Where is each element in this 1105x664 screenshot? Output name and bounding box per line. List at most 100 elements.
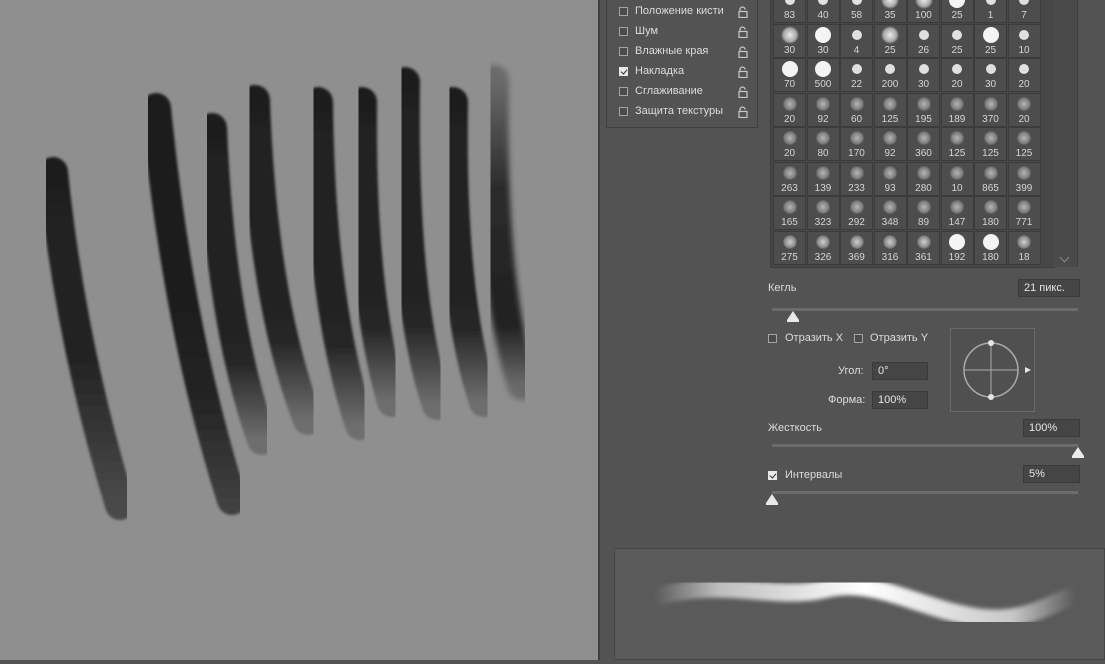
brush-preset[interactable]: 200 bbox=[873, 58, 907, 92]
brush-preset[interactable]: 323 bbox=[806, 196, 840, 230]
brush-preset[interactable]: 275 bbox=[773, 230, 806, 265]
brush-option-item[interactable]: Шум bbox=[607, 22, 757, 42]
brush-preset[interactable]: 25 bbox=[940, 23, 974, 58]
brush-preset[interactable]: 10 bbox=[1007, 23, 1041, 58]
canvas[interactable] bbox=[0, 0, 598, 660]
brush-preset[interactable]: 83 bbox=[773, 0, 806, 23]
brush-preset[interactable]: 263 bbox=[773, 161, 806, 196]
brush-option-item[interactable]: Влажные края bbox=[607, 42, 757, 62]
brush-preset[interactable]: 92 bbox=[806, 92, 840, 127]
brush-preset[interactable]: 369 bbox=[840, 230, 873, 265]
spacing-slider-track[interactable] bbox=[772, 491, 1078, 494]
brush-preset[interactable]: 125 bbox=[873, 92, 907, 127]
brush-preset[interactable]: 399 bbox=[1007, 161, 1041, 196]
spacing-slider-thumb[interactable] bbox=[766, 494, 778, 505]
brush-preset[interactable]: 139 bbox=[806, 161, 840, 196]
brush-preset[interactable]: 1 bbox=[974, 0, 1007, 23]
brush-preset[interactable]: 20 bbox=[940, 58, 974, 92]
brush-preset-grid[interactable]: 83 40 58 35 100 25 1 7 30 30 4 25 26 25 25 10 70 500 22 200… bbox=[770, 0, 1055, 268]
size-slider-track[interactable] bbox=[772, 308, 1078, 311]
flip-y-checkbox[interactable] bbox=[854, 334, 863, 343]
brush-preset[interactable]: 771 bbox=[1007, 196, 1041, 230]
hardness-slider-thumb[interactable] bbox=[1072, 447, 1084, 458]
brush-preset[interactable]: 30 bbox=[974, 58, 1007, 92]
brush-preset[interactable]: 25 bbox=[974, 23, 1007, 58]
brush-preset[interactable]: 500 bbox=[806, 58, 840, 92]
preset-scrollbar[interactable] bbox=[1053, 0, 1078, 267]
brush-preset[interactable]: 22 bbox=[840, 58, 873, 92]
brush-preset[interactable]: 280 bbox=[907, 161, 940, 196]
brush-preset[interactable]: 100 bbox=[907, 0, 940, 23]
brush-preset[interactable]: 25 bbox=[940, 0, 974, 23]
unlock-icon[interactable] bbox=[738, 26, 748, 38]
brush-preset[interactable]: 180 bbox=[974, 196, 1007, 230]
brush-preset[interactable]: 165 bbox=[773, 196, 806, 230]
brush-preset[interactable]: 180 bbox=[974, 230, 1007, 265]
brush-preset[interactable]: 7 bbox=[1007, 0, 1041, 23]
brush-preset[interactable]: 326 bbox=[806, 230, 840, 265]
unlock-icon[interactable] bbox=[738, 6, 748, 18]
size-field[interactable]: 21 пикс. bbox=[1018, 279, 1080, 297]
brush-preset[interactable]: 4 bbox=[840, 23, 873, 58]
brush-option-item[interactable]: Защита текстуры bbox=[607, 102, 757, 122]
unlock-icon[interactable] bbox=[738, 66, 748, 78]
flip-x-checkbox[interactable] bbox=[768, 334, 777, 343]
brush-preset[interactable]: 20 bbox=[1007, 58, 1041, 92]
brush-preset[interactable]: 170 bbox=[840, 127, 873, 161]
brush-preset[interactable]: 25 bbox=[873, 23, 907, 58]
brush-preset[interactable]: 35 bbox=[873, 0, 907, 23]
brush-preset[interactable]: 125 bbox=[940, 127, 974, 161]
brush-preset[interactable]: 92 bbox=[873, 127, 907, 161]
brush-option-item[interactable]: Сглаживание bbox=[607, 82, 757, 102]
brush-preset[interactable]: 20 bbox=[1007, 92, 1041, 127]
spacing-checkbox[interactable] bbox=[768, 471, 777, 480]
brush-preset[interactable]: 58 bbox=[840, 0, 873, 23]
option-checkbox[interactable] bbox=[619, 87, 628, 96]
brush-preset[interactable]: 361 bbox=[907, 230, 940, 265]
unlock-icon[interactable] bbox=[738, 86, 748, 98]
brush-preset[interactable]: 125 bbox=[1007, 127, 1041, 161]
option-checkbox[interactable] bbox=[619, 7, 628, 16]
brush-preset[interactable]: 20 bbox=[773, 92, 806, 127]
brush-preset[interactable]: 125 bbox=[974, 127, 1007, 161]
brush-preset[interactable]: 233 bbox=[840, 161, 873, 196]
brush-preset[interactable]: 40 bbox=[806, 0, 840, 23]
brush-preset[interactable]: 10 bbox=[940, 161, 974, 196]
brush-preset[interactable]: 147 bbox=[940, 196, 974, 230]
brush-preset[interactable]: 316 bbox=[873, 230, 907, 265]
unlock-icon[interactable] bbox=[738, 46, 748, 58]
option-checkbox[interactable] bbox=[619, 107, 628, 116]
brush-preset[interactable]: 70 bbox=[773, 58, 806, 92]
brush-preset[interactable]: 80 bbox=[806, 127, 840, 161]
brush-preset[interactable]: 195 bbox=[907, 92, 940, 127]
brush-preset[interactable]: 60 bbox=[840, 92, 873, 127]
roundness-field[interactable]: 100% bbox=[872, 391, 928, 409]
brush-preset[interactable]: 93 bbox=[873, 161, 907, 196]
brush-preset[interactable]: 360 bbox=[907, 127, 940, 161]
scroll-down-icon[interactable] bbox=[1059, 252, 1070, 263]
brush-preset[interactable]: 30 bbox=[907, 58, 940, 92]
brush-preset[interactable]: 26 bbox=[907, 23, 940, 58]
brush-preset[interactable]: 865 bbox=[974, 161, 1007, 196]
brush-preset[interactable]: 370 bbox=[974, 92, 1007, 127]
brush-preset[interactable]: 189 bbox=[940, 92, 974, 127]
brush-preset[interactable]: 89 bbox=[907, 196, 940, 230]
unlock-icon[interactable] bbox=[738, 106, 748, 118]
brush-angle-widget[interactable] bbox=[950, 328, 1035, 412]
brush-preset[interactable]: 18 bbox=[1007, 230, 1041, 265]
option-checkbox[interactable] bbox=[619, 47, 628, 56]
brush-option-item[interactable]: Положение кисти bbox=[607, 2, 757, 22]
size-slider-thumb[interactable] bbox=[787, 311, 800, 322]
hardness-field[interactable]: 100% bbox=[1023, 419, 1080, 437]
brush-preset[interactable]: 292 bbox=[840, 196, 873, 230]
brush-preset[interactable]: 30 bbox=[773, 23, 806, 58]
spacing-field[interactable]: 5% bbox=[1023, 465, 1080, 483]
brush-option-item[interactable]: Накладка bbox=[607, 62, 757, 82]
brush-preset[interactable]: 192 bbox=[940, 230, 974, 265]
option-checkbox[interactable] bbox=[619, 67, 628, 76]
hardness-slider-track[interactable] bbox=[772, 444, 1078, 447]
brush-preset[interactable]: 348 bbox=[873, 196, 907, 230]
option-checkbox[interactable] bbox=[619, 27, 628, 36]
brush-preset[interactable]: 20 bbox=[773, 127, 806, 161]
angle-field[interactable]: 0° bbox=[872, 362, 928, 380]
